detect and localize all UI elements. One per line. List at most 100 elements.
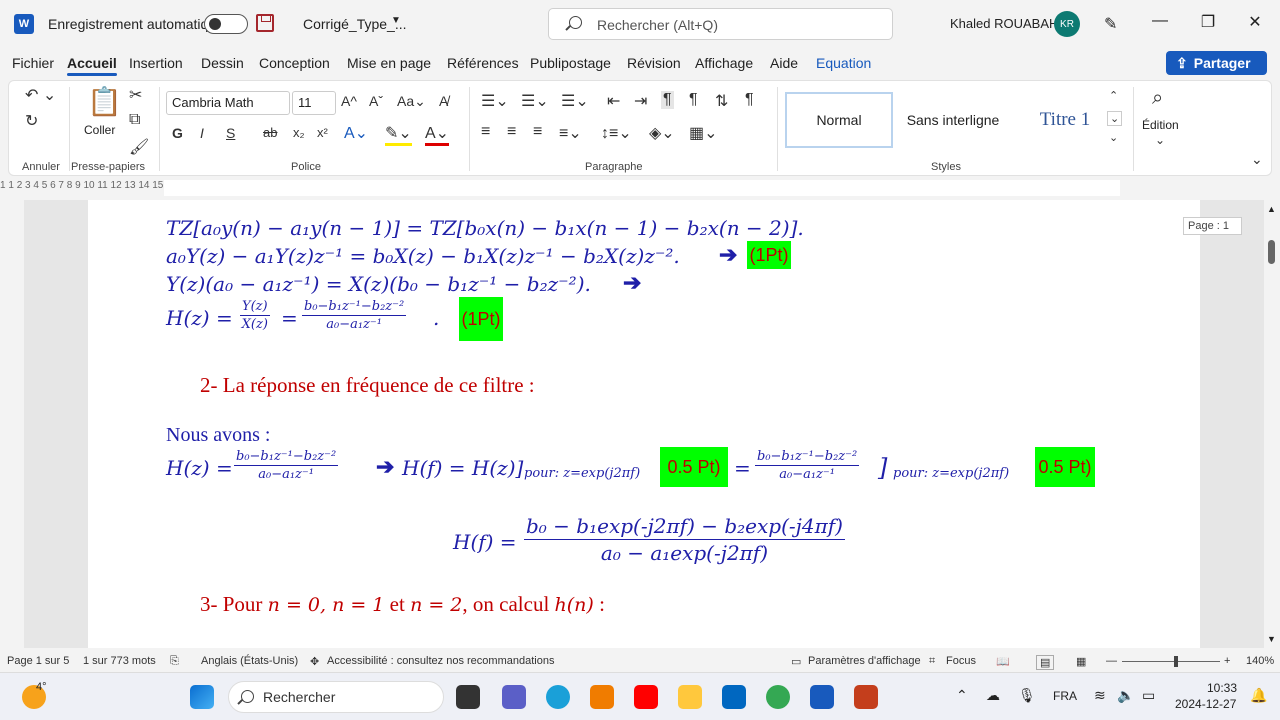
microphone-icon[interactable]: 🎙 (1018, 687, 1036, 704)
scroll-up-icon[interactable]: ▲ (1267, 204, 1276, 214)
taskbar-search[interactable]: Rechercher (228, 681, 444, 713)
user-name[interactable]: Khaled ROUABAH (950, 16, 1058, 31)
styles-scroll-down[interactable]: ⌄ (1107, 111, 1123, 126)
bullets-icon[interactable]: ☰⌄ (481, 91, 509, 111)
accessibility[interactable]: Accessibilité : consultez nos recommanda… (327, 655, 554, 667)
proofing-icon[interactable]: ⎘ (170, 655, 179, 668)
tab-insertion[interactable]: Insertion (129, 55, 183, 71)
styles-more[interactable]: ⌄ (1109, 131, 1118, 144)
autosave-toggle[interactable] (204, 14, 248, 34)
tab-references[interactable]: Références (447, 55, 519, 71)
tab-dessin[interactable]: Dessin (201, 55, 244, 71)
minimize-button[interactable]: — (1148, 12, 1172, 30)
tab-revision[interactable]: Révision (627, 55, 681, 71)
decrease-indent-icon[interactable]: ⇤ (607, 91, 620, 111)
vertical-scrollbar[interactable]: ▲ ▼ (1264, 200, 1280, 648)
font-size-combo[interactable]: 11 (292, 91, 336, 115)
youtube-icon[interactable] (634, 685, 658, 709)
font-name-combo[interactable]: Cambria Math (166, 91, 290, 115)
paste-icon[interactable]: 📋 (87, 85, 122, 118)
clock-time[interactable]: 10:33 (1207, 681, 1237, 695)
align-right-icon[interactable]: ≡ (533, 123, 542, 141)
subscript-button[interactable]: x₂ (293, 125, 305, 140)
tab-fichier[interactable]: Fichier (12, 55, 54, 71)
battery-icon[interactable]: ▭ (1142, 687, 1155, 704)
cut-icon[interactable]: ✂ (129, 85, 142, 105)
line-spacing-icon[interactable]: ↕≡⌄ (601, 123, 632, 143)
chrome-icon[interactable] (766, 685, 790, 709)
tab-conception[interactable]: Conception (259, 55, 330, 71)
editing-label[interactable]: Édition (1142, 118, 1179, 132)
tab-aide[interactable]: Aide (770, 55, 798, 71)
word-count[interactable]: 1 sur 773 mots (83, 655, 156, 667)
highlight-icon[interactable]: ✎⌄ (385, 123, 412, 146)
chevron-up-icon[interactable]: ⌃ (956, 687, 968, 704)
show-marks-icon[interactable]: ¶ (745, 91, 754, 109)
teams-icon[interactable] (502, 685, 526, 709)
style-sans-interligne[interactable]: Sans interligne (895, 92, 1011, 148)
zoom-slider[interactable] (1122, 661, 1220, 662)
shading-icon[interactable]: ◈⌄ (649, 123, 675, 143)
numbering-icon[interactable]: ☰⌄ (521, 91, 549, 111)
notification-bell-icon[interactable]: 🔔 (1250, 687, 1267, 704)
search-box[interactable]: Rechercher (Alt+Q) (548, 8, 893, 40)
chevron-down-icon[interactable]: ▼ (391, 15, 401, 26)
web-layout-icon[interactable]: ▦ (1076, 655, 1086, 668)
windows-start-icon[interactable] (190, 685, 214, 709)
styles-scroll-up[interactable]: ⌃ (1109, 89, 1118, 102)
undo-icon[interactable]: ↶ ⌄ (25, 85, 56, 105)
style-normal[interactable]: Normal (785, 92, 893, 148)
italic-button[interactable]: I (200, 125, 204, 141)
tab-equation[interactable]: Equation (816, 55, 871, 71)
print-layout-icon[interactable]: ▤ (1036, 655, 1055, 670)
tab-publipostage[interactable]: Publipostage (530, 55, 611, 71)
clock-date[interactable]: 2024-12-27 (1175, 697, 1236, 711)
editing-chevron-icon[interactable]: ⌄ (1155, 133, 1165, 147)
close-button[interactable]: ✕ (1243, 12, 1267, 32)
align-center-icon[interactable]: ≡ (507, 123, 516, 141)
collapse-ribbon-icon[interactable]: ⌄ (1251, 151, 1263, 168)
style-titre-1[interactable]: Titre 1 (1013, 92, 1117, 148)
bold-button[interactable]: G (172, 125, 183, 141)
zoom-in-icon[interactable]: + (1224, 655, 1230, 667)
store-icon[interactable] (722, 685, 746, 709)
share-button[interactable]: ⇪ Partager (1166, 51, 1267, 75)
multilevel-list-icon[interactable]: ☰⌄ (561, 91, 589, 111)
edge-icon[interactable] (546, 685, 570, 709)
paste-label[interactable]: Coller (84, 123, 115, 137)
increase-indent-icon[interactable]: ⇥ (634, 91, 647, 111)
volume-icon[interactable]: 🔈 (1117, 687, 1134, 704)
tab-accueil[interactable]: Accueil (67, 55, 117, 76)
align-left-icon[interactable]: ≡ (481, 123, 490, 141)
change-case-icon[interactable]: Aa⌄ (397, 93, 426, 110)
display-settings[interactable]: Paramètres d'affichage (808, 655, 921, 667)
font-color-icon[interactable]: A⌄ (425, 123, 450, 146)
tab-affichage[interactable]: Affichage (695, 55, 753, 71)
save-icon[interactable] (256, 14, 274, 32)
shrink-font-icon[interactable]: Aˇ (369, 93, 383, 109)
zoom-out-icon[interactable]: — (1106, 655, 1117, 667)
task-view-icon[interactable] (456, 685, 480, 709)
onedrive-icon[interactable]: ☁ (986, 687, 1000, 704)
tab-mise-en-page[interactable]: Mise en page (347, 55, 431, 71)
restore-button[interactable]: ❐ (1196, 12, 1220, 32)
word-taskbar-icon[interactable] (810, 685, 834, 709)
document-page[interactable]: TZ[a₀y(n) − a₁y(n − 1)] = TZ[b₀x(n) − b₁… (88, 200, 1200, 648)
pen-icon[interactable]: ✎ (1104, 14, 1117, 34)
page-count[interactable]: Page 1 sur 5 (7, 655, 69, 667)
scroll-down-icon[interactable]: ▼ (1267, 634, 1276, 644)
rtl-icon[interactable]: ¶ (689, 91, 698, 109)
language[interactable]: Anglais (États-Unis) (201, 655, 298, 667)
underline-button[interactable]: S (226, 125, 235, 141)
strikethrough-button[interactable]: ab (263, 125, 277, 140)
powerpoint-icon[interactable] (854, 685, 878, 709)
avatar[interactable]: KR (1054, 11, 1080, 37)
vlc-icon[interactable] (590, 685, 614, 709)
find-icon[interactable]: ⌕ (1152, 87, 1163, 110)
redo-icon[interactable]: ↻ (25, 111, 38, 131)
borders-icon[interactable]: ▦⌄ (689, 123, 718, 143)
zoom-slider-thumb[interactable] (1174, 656, 1178, 667)
superscript-button[interactable]: x² (317, 125, 328, 140)
ltr-icon[interactable]: ¶ (661, 91, 674, 109)
format-painter-icon[interactable]: 🖌 (129, 137, 149, 157)
